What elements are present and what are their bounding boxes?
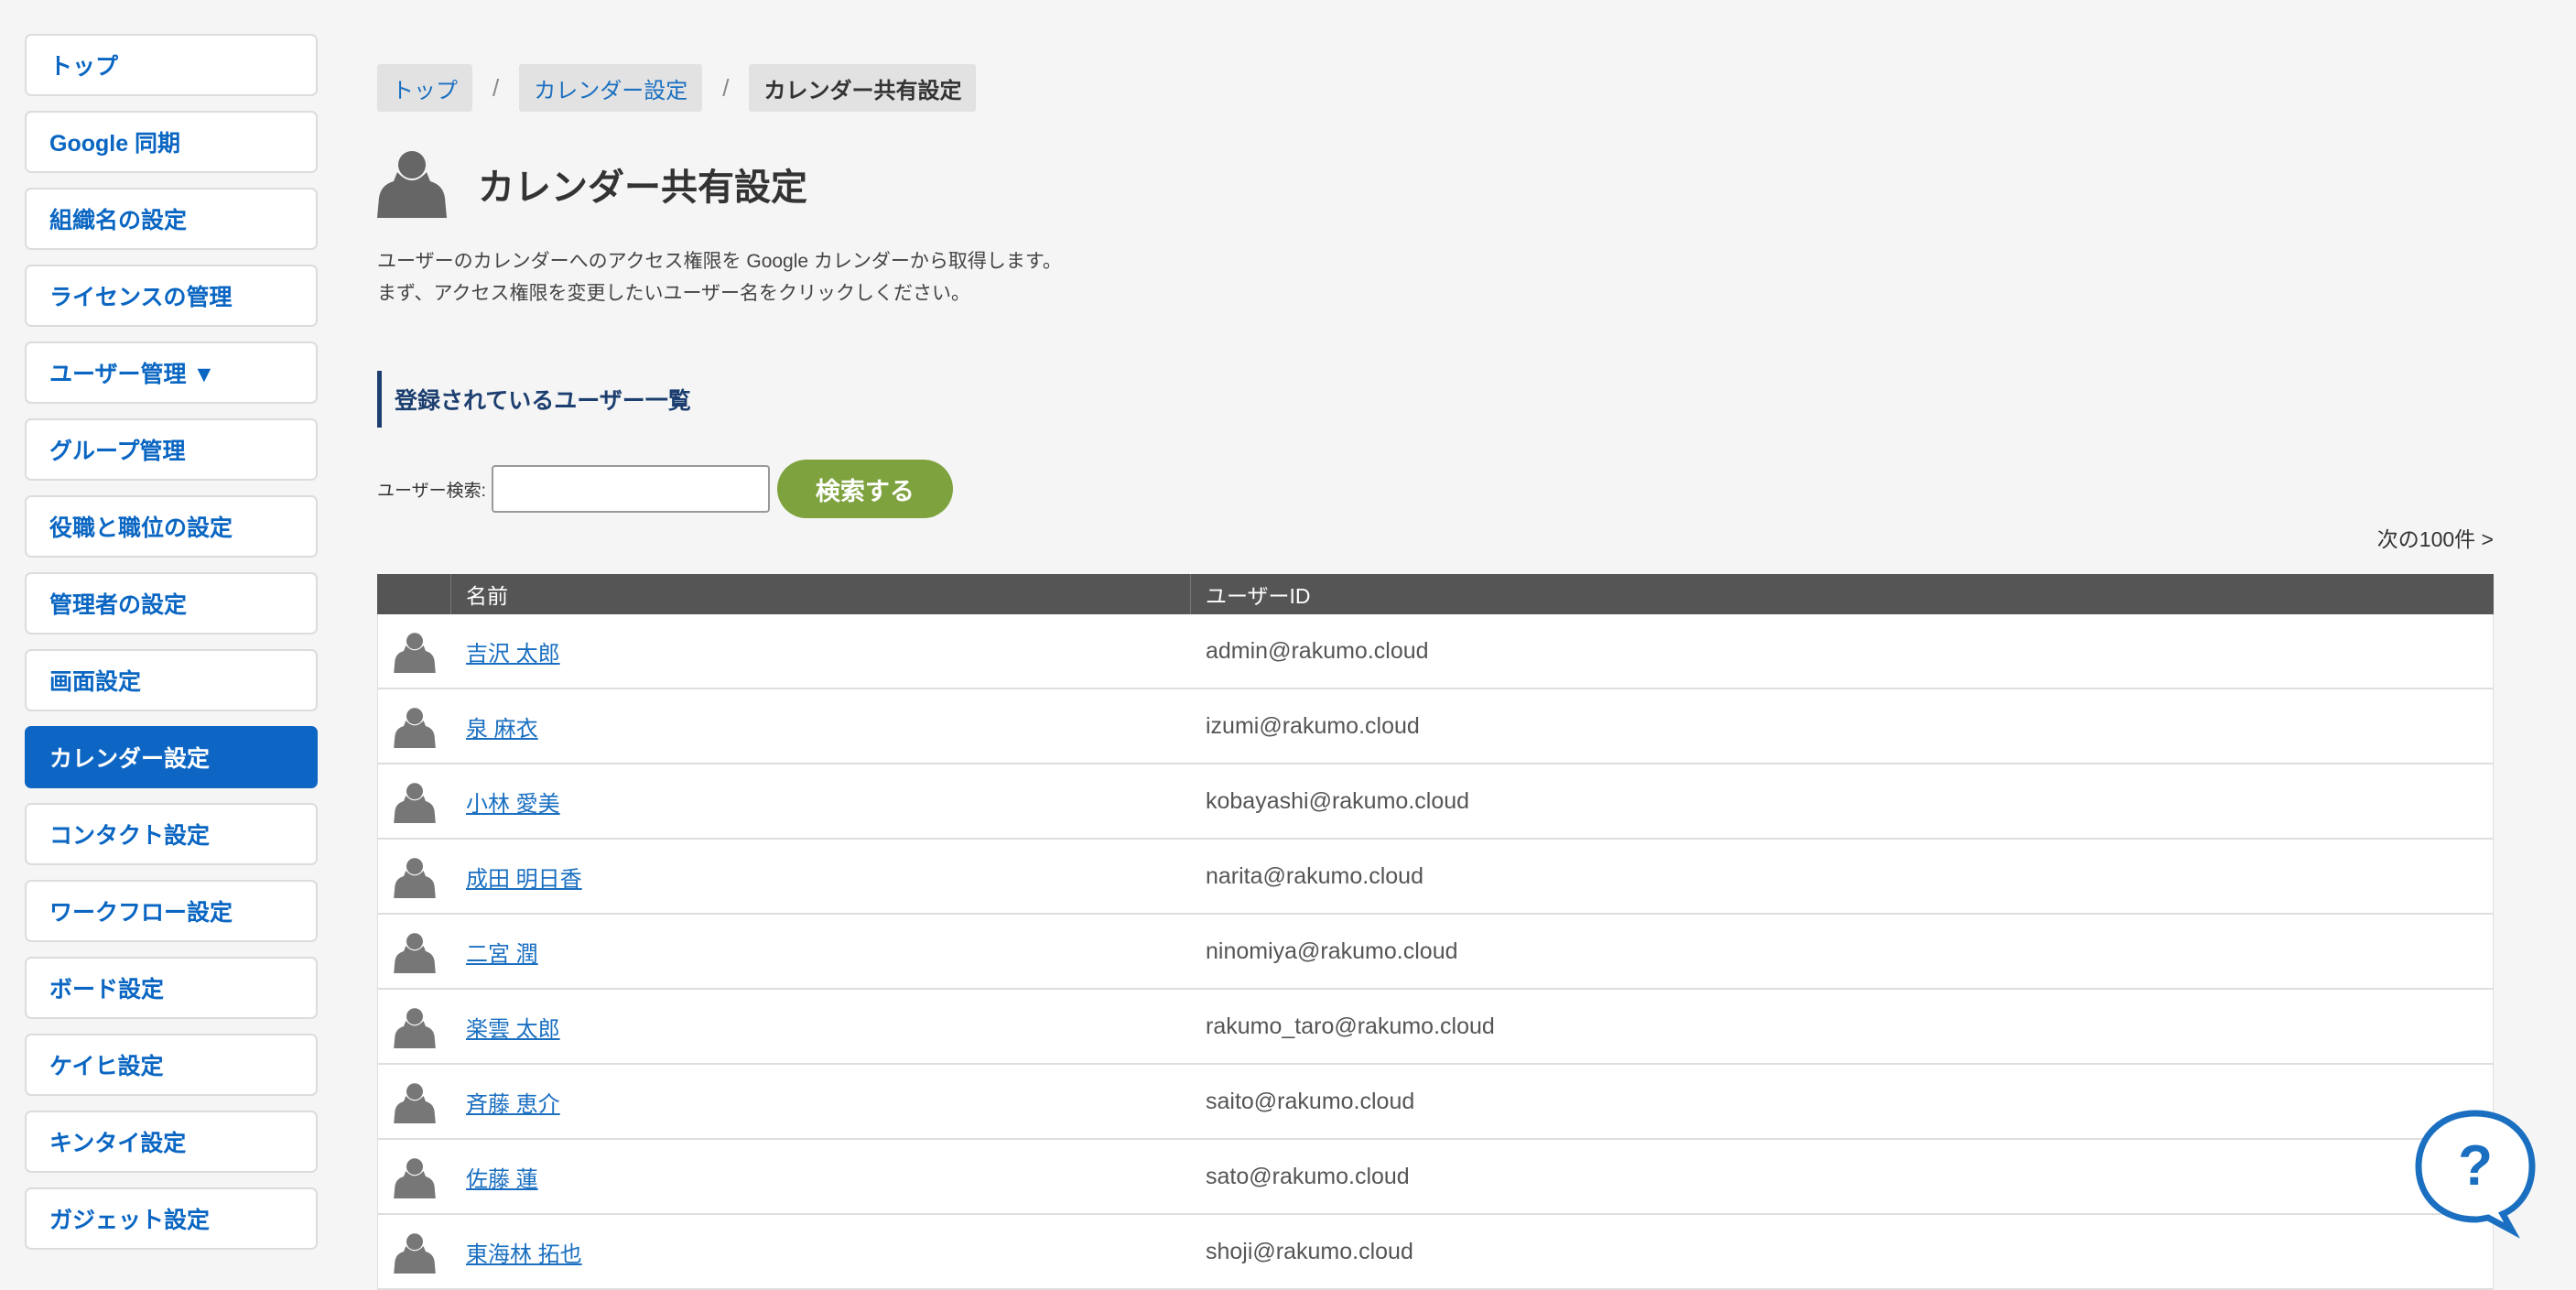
breadcrumb-separator: / xyxy=(722,73,730,102)
sidebar-item-contact[interactable]: コンタクト設定 xyxy=(25,803,318,865)
userid-cell: kobayashi@rakumo.cloud xyxy=(1206,787,1470,814)
sidebar-item-workflow[interactable]: ワークフロー設定 xyxy=(25,880,318,942)
name-cell: 楽雲 太郎 xyxy=(451,1011,1191,1043)
breadcrumb-separator: / xyxy=(492,73,500,102)
userid-cell: rakumo_taro@rakumo.cloud xyxy=(1206,1013,1495,1039)
name-cell: 小林 愛美 xyxy=(451,786,1191,818)
section-title-user-list: 登録されているユーザー一覧 xyxy=(377,371,691,428)
sidebar-item-admins[interactable]: 管理者の設定 xyxy=(25,572,318,634)
search-label: ユーザー検索: xyxy=(377,481,486,501)
user-silhouette-icon xyxy=(378,779,451,823)
name-cell: 二宮 潤 xyxy=(451,936,1191,968)
user-name-link[interactable]: 東海林 拓也 xyxy=(466,1242,582,1267)
user-name-link[interactable]: 佐藤 蓮 xyxy=(466,1167,538,1192)
sidebar-item-gadget[interactable]: ガジェット設定 xyxy=(25,1187,318,1250)
help-question-icon[interactable]: ? xyxy=(2413,1108,2538,1240)
header-name-column: 名前 xyxy=(451,574,1191,614)
table-row: 成田 明日香 narita@rakumo.cloud xyxy=(377,840,2494,915)
name-cell: 斉藤 恵介 xyxy=(451,1086,1191,1118)
table-body: 吉沢 太郎 admin@rakumo.cloud 泉 麻衣 izumi@rakumo.… xyxy=(377,614,2494,1290)
description-line: ユーザーのカレンダーへのアクセス権限を Google カレンダーから取得します。 xyxy=(377,251,1062,272)
user-search-input[interactable] xyxy=(491,465,770,513)
table-header: 名前 ユーザーID xyxy=(377,574,2494,614)
table-row: 泉 麻衣 izumi@rakumo.cloud xyxy=(377,689,2494,764)
user-name-link[interactable]: 成田 明日香 xyxy=(466,867,582,892)
userid-cell: narita@rakumo.cloud xyxy=(1206,862,1423,889)
table-row: 佐藤 蓮 sato@rakumo.cloud xyxy=(377,1140,2494,1215)
page-description: ユーザーのカレンダーへのアクセス権限を Google カレンダーから取得します。… xyxy=(377,245,1062,309)
userid-cell: izumi@rakumo.cloud xyxy=(1206,712,1420,739)
user-name-link[interactable]: 泉 麻衣 xyxy=(466,717,538,742)
sidebar-item-group-management[interactable]: グループ管理 xyxy=(25,418,318,481)
user-name-link[interactable]: 楽雲 太郎 xyxy=(466,1017,560,1042)
table-row: 東海林 拓也 shoji@rakumo.cloud xyxy=(377,1215,2494,1290)
page-header: カレンダー共有設定 xyxy=(377,145,807,222)
user-silhouette-icon xyxy=(378,1004,451,1048)
sidebar-item-board[interactable]: ボード設定 xyxy=(25,957,318,1019)
name-cell: 東海林 拓也 xyxy=(451,1236,1191,1268)
sidebar-item-top[interactable]: トップ xyxy=(25,34,318,96)
sidebar-nav: トップ Google 同期 組織名の設定 ライセンスの管理 ユーザー管理 ▼ グ… xyxy=(25,34,318,1264)
user-silhouette-icon xyxy=(378,1154,451,1198)
user-silhouette-icon xyxy=(377,145,447,222)
userid-cell: sato@rakumo.cloud xyxy=(1206,1163,1410,1189)
name-cell: 吉沢 太郎 xyxy=(451,635,1191,667)
user-silhouette-icon xyxy=(378,1230,451,1274)
userid-cell: admin@rakumo.cloud xyxy=(1206,637,1429,664)
sidebar-item-org-name[interactable]: 組織名の設定 xyxy=(25,188,318,250)
name-cell: 佐藤 蓮 xyxy=(451,1161,1191,1193)
sidebar-item-kintai[interactable]: キンタイ設定 xyxy=(25,1111,318,1173)
userid-cell: shoji@rakumo.cloud xyxy=(1206,1238,1413,1264)
sidebar-item-positions[interactable]: 役職と職位の設定 xyxy=(25,495,318,558)
page-title: カレンダー共有設定 xyxy=(478,167,807,208)
table-row: 吉沢 太郎 admin@rakumo.cloud xyxy=(377,614,2494,689)
sidebar-item-screen[interactable]: 画面設定 xyxy=(25,649,318,711)
user-silhouette-icon xyxy=(378,704,451,748)
svg-text:?: ? xyxy=(2458,1134,2493,1198)
sidebar-item-license[interactable]: ライセンスの管理 xyxy=(25,265,318,327)
user-table: 名前 ユーザーID 吉沢 太郎 admin@rakumo.cloud 泉 麻衣 izu… xyxy=(377,574,2494,1290)
name-cell: 泉 麻衣 xyxy=(451,710,1191,743)
user-name-link[interactable]: 二宮 潤 xyxy=(466,942,538,967)
sidebar-item-calendar[interactable]: カレンダー設定 xyxy=(25,726,318,788)
user-silhouette-icon xyxy=(378,929,451,973)
user-name-link[interactable]: 吉沢 太郎 xyxy=(466,642,560,667)
name-cell: 成田 明日香 xyxy=(451,861,1191,893)
sidebar-item-keihi[interactable]: ケイヒ設定 xyxy=(25,1034,318,1096)
user-name-link[interactable]: 斉藤 恵介 xyxy=(466,1092,560,1117)
description-line: まず、アクセス権限を変更したいユーザー名をクリックしください。 xyxy=(377,283,971,304)
table-row: 二宮 潤 ninomiya@rakumo.cloud xyxy=(377,915,2494,990)
header-userid-column: ユーザーID xyxy=(1206,584,1311,608)
breadcrumb-item-calendar-settings[interactable]: カレンダー設定 xyxy=(519,64,703,112)
user-name-link[interactable]: 小林 愛美 xyxy=(466,792,560,817)
sidebar-item-google-sync[interactable]: Google 同期 xyxy=(25,111,318,173)
next-page-link[interactable]: 次の100件 > xyxy=(2377,522,2494,553)
user-silhouette-icon xyxy=(378,629,451,673)
search-button[interactable]: 検索する xyxy=(776,460,953,518)
user-silhouette-icon xyxy=(378,854,451,898)
table-row: 小林 愛美 kobayashi@rakumo.cloud xyxy=(377,764,2494,840)
breadcrumb: トップ / カレンダー設定 / カレンダー共有設定 xyxy=(377,64,977,112)
userid-cell: saito@rakumo.cloud xyxy=(1206,1088,1415,1114)
userid-cell: ninomiya@rakumo.cloud xyxy=(1206,938,1458,964)
breadcrumb-item-current: カレンダー共有設定 xyxy=(749,64,977,112)
sidebar-item-user-management[interactable]: ユーザー管理 ▼ xyxy=(25,341,318,404)
table-row: 斉藤 恵介 saito@rakumo.cloud xyxy=(377,1065,2494,1140)
breadcrumb-item-top[interactable]: トップ xyxy=(377,64,472,112)
header-avatar-column xyxy=(377,574,451,614)
user-silhouette-icon xyxy=(378,1079,451,1123)
table-row: 楽雲 太郎 rakumo_taro@rakumo.cloud xyxy=(377,990,2494,1065)
user-search-bar: ユーザー検索: 検索する xyxy=(377,460,953,518)
